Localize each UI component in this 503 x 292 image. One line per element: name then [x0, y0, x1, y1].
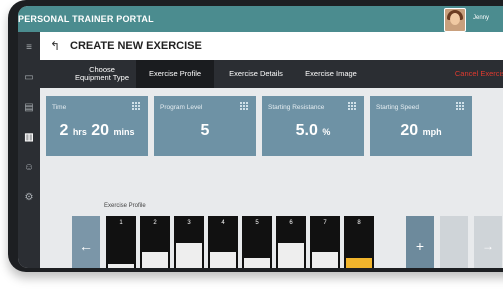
- avatar-face: [450, 13, 460, 25]
- segment-number: 3: [187, 220, 191, 226]
- time-minutes-unit: mins: [113, 127, 135, 137]
- arrow-left-icon: ←: [79, 238, 93, 254]
- exercise-profile-editor: Exercise Profile ← + → 1 2 3 4 5 6 7 8: [40, 203, 503, 268]
- tab-exercise-image[interactable]: Exercise Image: [296, 60, 366, 88]
- segment-number: 7: [323, 220, 327, 226]
- segment-number: 8: [357, 220, 361, 226]
- segment-level-fill: [108, 264, 134, 268]
- segment-level-fill: [346, 258, 372, 268]
- profile-segment-5[interactable]: 5: [242, 216, 272, 268]
- grid-icon: [132, 102, 140, 110]
- grid-icon: [348, 102, 356, 110]
- segment-level-fill: [244, 258, 270, 268]
- scroll-right-button[interactable]: →: [474, 216, 502, 268]
- tab-exercise-details[interactable]: Exercise Details: [216, 60, 296, 88]
- segment-number: 5: [255, 220, 259, 226]
- starting-speed-card[interactable]: Starting Speed 20 mph: [370, 96, 472, 156]
- users-icon[interactable]: ☺: [23, 162, 35, 174]
- starting-speed-label: Starting Speed: [376, 104, 420, 111]
- scroll-left-button[interactable]: ←: [72, 216, 100, 268]
- app-title: PERSONAL TRAINER PORTAL: [18, 14, 154, 24]
- segment-level-fill: [312, 252, 338, 268]
- add-segment-button[interactable]: +: [406, 216, 434, 268]
- resistance-unit: %: [322, 127, 331, 137]
- sidebar: ≡ ▭ ▤ ▥ ☺ ⚙: [18, 32, 40, 268]
- tab-exercise-profile[interactable]: Exercise Profile: [136, 60, 214, 88]
- grid-icon: [240, 102, 248, 110]
- segment-number: 1: [119, 220, 123, 226]
- menu-icon[interactable]: ≡: [23, 42, 35, 54]
- time-value: 2 hrs 20 mins: [46, 122, 148, 140]
- starting-resistance-card[interactable]: Starting Resistance 5.0 %: [262, 96, 364, 156]
- segment-level-fill: [176, 243, 202, 268]
- profile-segment-6[interactable]: 6: [276, 216, 306, 268]
- empty-segment-slot: [440, 216, 468, 268]
- program-level-value: 5: [200, 122, 210, 139]
- tab-choose-equipment[interactable]: Choose Equipment Type: [68, 60, 136, 88]
- time-hours: 2: [59, 122, 69, 139]
- grid-icon: [456, 102, 464, 110]
- time-label: Time: [52, 104, 67, 111]
- wizard-tabs: Choose Equipment Type Exercise Profile E…: [40, 60, 503, 88]
- profile-segment-7[interactable]: 7: [310, 216, 340, 268]
- library-icon[interactable]: ▥: [23, 132, 35, 144]
- cancel-exercise-button[interactable]: Cancel Exercise: [436, 60, 503, 88]
- arrow-right-icon: →: [482, 239, 494, 253]
- starting-resistance-value: 5.0 %: [262, 122, 364, 140]
- gear-icon[interactable]: ⚙: [23, 192, 35, 204]
- program-level-card[interactable]: Program Level 5: [154, 96, 256, 156]
- profile-segment-3[interactable]: 3: [174, 216, 204, 268]
- page-titlebar: ↰ CREATE NEW EXERCISE: [40, 32, 503, 60]
- starting-speed-value: 20 mph: [370, 122, 472, 140]
- starting-resistance-label: Starting Resistance: [268, 104, 325, 111]
- user-name[interactable]: Jenny: [473, 15, 489, 21]
- program-level-label: Program Level: [160, 104, 203, 111]
- list-icon[interactable]: ▤: [23, 102, 35, 114]
- segment-number: 6: [289, 220, 293, 226]
- profile-segment-4[interactable]: 4: [208, 216, 238, 268]
- time-minutes: 20: [91, 122, 110, 139]
- segment-number: 4: [221, 220, 225, 226]
- app-header: PERSONAL TRAINER PORTAL Jenny: [18, 6, 503, 32]
- exercise-profile-label: Exercise Profile: [104, 203, 146, 209]
- calendar-icon[interactable]: ▭: [23, 72, 35, 84]
- avatar[interactable]: [444, 8, 466, 32]
- speed-unit: mph: [422, 127, 442, 137]
- page-title: CREATE NEW EXERCISE: [70, 40, 202, 52]
- tablet-frame: PERSONAL TRAINER PORTAL Jenny ≡ ▭ ▤ ▥ ☺ …: [8, 0, 503, 272]
- screen: PERSONAL TRAINER PORTAL Jenny ≡ ▭ ▤ ▥ ☺ …: [18, 6, 503, 268]
- segment-level-fill: [210, 252, 236, 268]
- time-card[interactable]: Time 2 hrs 20 mins: [46, 96, 148, 156]
- segment-level-fill: [278, 243, 304, 268]
- segment-level-fill: [142, 252, 168, 268]
- profile-segment-2[interactable]: 2: [140, 216, 170, 268]
- profile-segment-1[interactable]: 1: [106, 216, 136, 268]
- back-icon[interactable]: ↰: [50, 39, 64, 53]
- speed-number: 20: [400, 122, 419, 139]
- time-hours-unit: hrs: [72, 127, 87, 137]
- plus-icon: +: [415, 238, 425, 254]
- main-content: Time 2 hrs 20 mins Program Level 5 Start…: [40, 88, 503, 268]
- segment-number: 2: [153, 220, 157, 226]
- profile-segment-8[interactable]: 8: [344, 216, 374, 268]
- resistance-number: 5.0: [295, 122, 318, 139]
